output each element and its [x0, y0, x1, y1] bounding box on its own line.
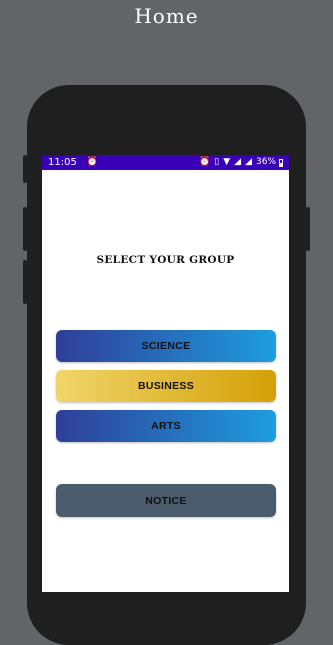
arts-button[interactable]: ARTS — [56, 410, 276, 442]
battery-icon — [279, 158, 283, 167]
phone-side-button — [23, 260, 27, 304]
arts-button-label: ARTS — [151, 420, 181, 432]
signal-icon: ◢ — [234, 157, 242, 167]
signal-icon: ◢ — [245, 157, 252, 167]
phone-screen: 11:05 ⏰ ⏰ ▯ ▼ ◢ ◢ 36% SELECT YOUR GROUP … — [42, 155, 289, 592]
wifi-icon: ▼ — [223, 157, 231, 167]
vibrate-icon: ▯ — [214, 157, 220, 167]
alarm-icon: ⏰ — [86, 157, 99, 167]
notice-button-label: NOTICE — [145, 494, 187, 507]
alarm-icon: ⏰ — [199, 157, 211, 167]
business-button-label: BUSINESS — [137, 380, 195, 392]
status-time: 11:05 — [48, 157, 77, 168]
notice-button[interactable]: NOTICE — [56, 484, 276, 517]
page-title: SELECT YOUR GROUP — [96, 254, 235, 266]
battery-percent: 36% — [255, 157, 276, 167]
science-button-label: SCIENCE — [141, 340, 191, 352]
status-bar: 11:05 ⏰ ⏰ ▯ ▼ ◢ ◢ 36% — [42, 155, 289, 170]
phone-side-button — [306, 207, 310, 251]
business-button[interactable]: BUSINESS — [56, 370, 276, 402]
phone-side-button — [23, 155, 27, 183]
phone-side-button — [23, 207, 27, 251]
page-caption: Home — [134, 4, 199, 28]
science-button[interactable]: SCIENCE — [56, 330, 276, 362]
